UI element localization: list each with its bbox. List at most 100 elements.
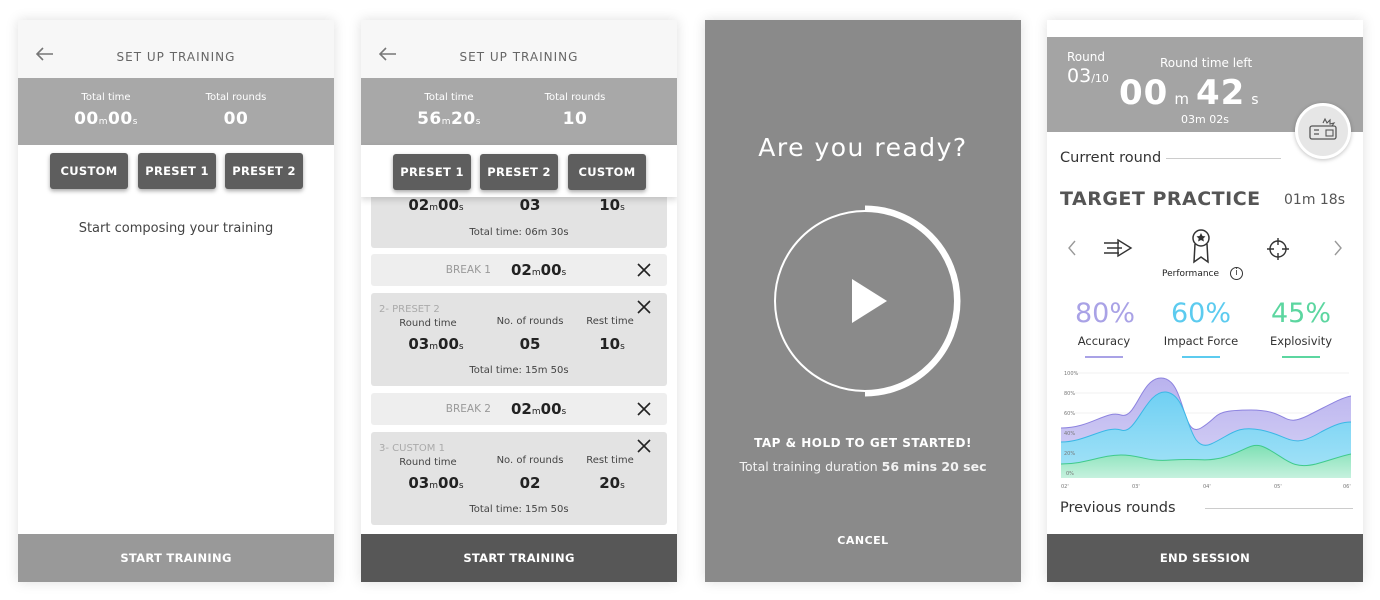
ready-heading: Are you ready? xyxy=(758,133,968,162)
chevron-left-icon[interactable] xyxy=(1067,240,1077,256)
impact-force-indicator xyxy=(1182,356,1220,358)
summary-bar: Total time 56m20s Total rounds 10 xyxy=(361,78,677,145)
y-tick: 80% xyxy=(1064,391,1075,397)
break-row[interactable]: BREAK 2 02m00s xyxy=(371,393,667,425)
top-bar: SET UP TRAINING xyxy=(18,20,334,78)
page-title: SET UP TRAINING xyxy=(116,50,236,64)
card-title: 2- PRESET 2 xyxy=(379,304,440,315)
ready-screen: Are you ready? TAP & HOLD TO GET STARTED… xyxy=(705,20,1021,582)
total-rounds-value: 00 xyxy=(223,109,249,129)
close-icon[interactable] xyxy=(637,263,651,277)
page-title: SET UP TRAINING xyxy=(459,50,579,64)
rest-time-label: Rest time xyxy=(586,316,634,327)
preset-2-button[interactable]: PRESET 2 xyxy=(480,154,558,190)
card-total-time: Total time: 15m 50s xyxy=(469,504,569,515)
accuracy-label: Accuracy xyxy=(1077,334,1131,348)
summary-bar: Total time 00m00s Total rounds 00 xyxy=(18,78,334,145)
end-session-button[interactable]: END SESSION xyxy=(1047,534,1363,582)
chevron-right-icon[interactable] xyxy=(1333,240,1343,256)
total-time-label: Total time xyxy=(81,92,131,103)
divider xyxy=(1205,508,1353,509)
accuracy-percent: 80% xyxy=(1074,298,1135,329)
preset-1-button[interactable]: PRESET 1 xyxy=(138,153,216,189)
top-bar: SET UP TRAINING xyxy=(361,20,677,78)
y-tick: 100% xyxy=(1064,371,1079,377)
rest-time-value: 10s xyxy=(599,335,625,353)
preset-2-button[interactable]: PRESET 2 xyxy=(225,153,303,189)
total-time-value: 56m20s xyxy=(417,109,481,129)
round-counter: 03/10 xyxy=(1067,65,1109,87)
training-card[interactable]: 3- CUSTOM 1 Round time No. of rounds Res… xyxy=(371,432,667,525)
total-rounds-value: 10 xyxy=(562,109,588,129)
card-total-time: Total time: 15m 50s xyxy=(469,365,569,376)
break-duration: 02m00s xyxy=(511,400,567,418)
boxing-glove-icon xyxy=(1309,117,1337,140)
x-tick: 06' xyxy=(1343,484,1351,490)
rounds-value: 03 xyxy=(519,196,541,214)
drill-name: TARGET PRACTICE xyxy=(1060,188,1261,210)
round-label: Round xyxy=(1067,50,1105,64)
x-tick: 02' xyxy=(1061,484,1069,490)
session-screen: Round 03/10 Round time left 00 m 42 s 03m 0… xyxy=(1047,20,1363,582)
total-rounds-label: Total rounds xyxy=(205,92,267,103)
start-training-button[interactable]: START TRAINING xyxy=(361,534,677,582)
setup-screen-filled: 02m00s 03 10s Total time: 06m 30s BREAK … xyxy=(361,20,677,582)
rounds-label: No. of rounds xyxy=(496,455,564,466)
total-time-summary: Total time 56m20s xyxy=(389,92,509,129)
rest-time-value: 20s xyxy=(599,474,625,492)
y-tick: 60% xyxy=(1064,411,1075,417)
current-round-label: Current round xyxy=(1060,150,1162,166)
rounds-value: 05 xyxy=(519,335,541,353)
time-left-label: Round time left xyxy=(1160,56,1253,70)
speed-icon[interactable] xyxy=(1103,237,1133,259)
total-time-value: 00m00s xyxy=(74,109,138,129)
tap-instruction: TAP & HOLD TO GET STARTED! xyxy=(754,436,972,450)
rounds-value: 02 xyxy=(519,474,541,492)
round-time-label: Round time xyxy=(399,318,457,329)
break-label: BREAK 2 xyxy=(445,403,491,415)
impact-force-percent: 60% xyxy=(1170,298,1231,329)
training-card[interactable]: 2- PRESET 2 Round time No. of rounds Res… xyxy=(371,293,667,386)
play-icon xyxy=(852,279,887,323)
impact-force-label: Impact Force xyxy=(1163,334,1239,348)
total-rounds-label: Total rounds xyxy=(544,92,606,103)
close-icon[interactable] xyxy=(637,300,651,314)
y-tick: 20% xyxy=(1064,451,1075,457)
accuracy-indicator xyxy=(1085,356,1123,358)
performance-medal-icon[interactable] xyxy=(1190,228,1212,266)
y-tick: 40% xyxy=(1064,431,1075,437)
play-button[interactable] xyxy=(769,205,961,397)
total-rounds-summary: Total rounds 00 xyxy=(176,92,296,129)
target-icon[interactable] xyxy=(1266,237,1290,261)
break-row[interactable]: BREAK 1 02m00s xyxy=(371,254,667,286)
close-icon[interactable] xyxy=(637,439,651,453)
total-rounds-summary: Total rounds 10 xyxy=(515,92,635,129)
y-tick: 0% xyxy=(1066,471,1074,477)
training-card[interactable]: 02m00s 03 10s Total time: 06m 30s xyxy=(371,190,667,248)
rounds-label: No. of rounds xyxy=(496,316,564,327)
info-icon[interactable]: i xyxy=(1230,267,1243,280)
empty-state-message: Start composing your training xyxy=(78,221,274,236)
training-duration: Total training duration 56 mins 20 sec xyxy=(739,459,987,474)
custom-button[interactable]: CUSTOM xyxy=(568,154,646,190)
preset-1-button[interactable]: PRESET 1 xyxy=(393,154,471,190)
cancel-button[interactable]: CANCEL xyxy=(705,534,1021,547)
round-time-value: 02m00s xyxy=(408,196,464,214)
x-tick: 03' xyxy=(1132,484,1140,490)
custom-button[interactable]: CUSTOM xyxy=(50,153,128,189)
mode-label: Performance xyxy=(1162,269,1220,279)
round-time-value: 03m00s xyxy=(408,474,464,492)
glove-button[interactable] xyxy=(1295,103,1351,159)
performance-chart: 100% 80% 60% 40% 20% 0% 02' 03' 04' 05' … xyxy=(1061,371,1351,490)
rest-time-value: 10s xyxy=(599,196,625,214)
card-total-time: Total time: 06m 30s xyxy=(469,227,569,238)
break-label: BREAK 1 xyxy=(445,264,491,276)
round-time-label: Round time xyxy=(399,457,457,468)
start-training-button[interactable]: START TRAINING xyxy=(18,534,334,582)
x-tick: 04' xyxy=(1203,484,1211,490)
close-icon[interactable] xyxy=(637,402,651,416)
previous-rounds-label: Previous rounds xyxy=(1060,500,1176,516)
elapsed-time: 03m 02s xyxy=(1181,113,1229,126)
setup-screen-empty: SET UP TRAINING Total time 00m00s Total … xyxy=(18,20,334,582)
explosivity-percent: 45% xyxy=(1270,298,1331,329)
